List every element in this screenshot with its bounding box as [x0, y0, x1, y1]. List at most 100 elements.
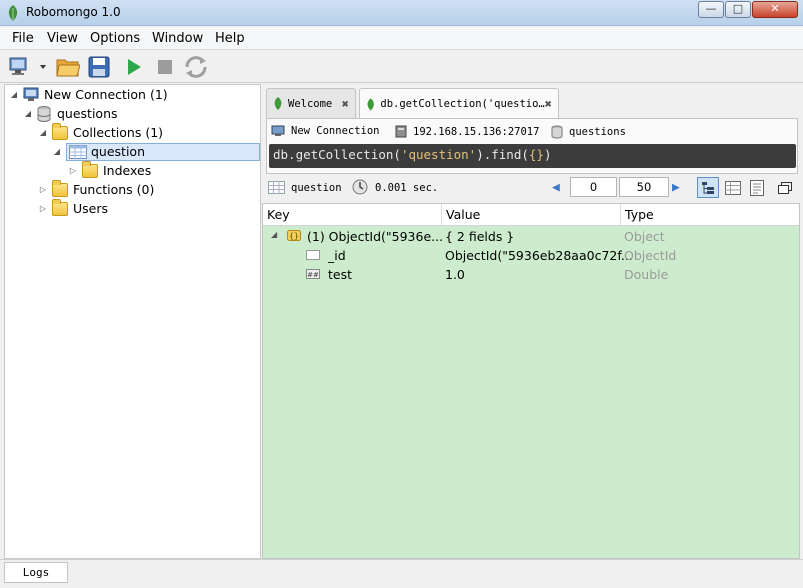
minimize-button[interactable]: —	[698, 1, 724, 18]
expanded-arrow-icon[interactable]: ◢	[23, 109, 33, 118]
close-icon[interactable]: ✖	[545, 97, 552, 111]
status-bar: Logs	[0, 559, 803, 588]
save-button[interactable]	[85, 53, 113, 81]
database-icon	[551, 125, 563, 139]
results-collection-name: question	[291, 182, 342, 194]
folder-icon	[52, 179, 68, 197]
query-workspace: Welcome ✖ db.getCollection('questio… ✖ N…	[262, 84, 800, 559]
stop-button[interactable]	[151, 53, 179, 81]
table-row[interactable]: ◢ {} (1) ObjectId("5936e... { 2 fields }…	[263, 227, 799, 246]
expanded-arrow-icon[interactable]: ◢	[271, 230, 277, 239]
tree-label-collections: Collections (1)	[73, 125, 164, 140]
close-icon[interactable]: ✖	[342, 97, 349, 111]
tab-welcome-label: Welcome	[288, 97, 333, 110]
tree-label-indexes: Indexes	[103, 163, 152, 178]
clock-icon	[352, 179, 368, 195]
query-editor[interactable]: db.getCollection('question').find({})	[269, 144, 796, 168]
next-page-icon[interactable]: ▶	[672, 180, 680, 195]
string-field-icon	[306, 250, 320, 260]
rotate-arrows-icon	[185, 56, 207, 78]
menu-options[interactable]: Options	[90, 31, 140, 46]
menu-bar: File View Options Window Help	[0, 27, 803, 50]
result-value: 1.0	[445, 267, 465, 282]
limit-input[interactable]: 50	[619, 177, 669, 197]
tab-query-label: db.getCollection('questio…	[380, 98, 545, 110]
maximize-results-button[interactable]	[775, 178, 795, 197]
result-value: ObjectId("5936eb28aa0c72f...	[445, 248, 633, 263]
menu-view[interactable]: View	[47, 31, 78, 46]
execute-button[interactable]	[120, 53, 148, 81]
floppy-disk-icon	[88, 56, 110, 78]
prev-page-icon[interactable]: ◀	[552, 180, 560, 195]
folder-icon	[82, 160, 98, 178]
results-tree-table: Key Value Type ◢ {} (1) ObjectId("5936e.…	[262, 203, 800, 559]
explorer-tree: ◢ New Connection (1) ◢ questions ◢ Colle…	[4, 84, 261, 559]
tree-item-collection[interactable]: ◢ question	[52, 142, 260, 161]
open-folder-button[interactable]	[54, 53, 82, 81]
menu-window[interactable]: Window	[152, 31, 203, 46]
column-separator	[441, 204, 442, 226]
connect-button[interactable]	[6, 53, 48, 81]
number-field-icon: ##	[306, 269, 320, 279]
menu-help[interactable]: Help	[215, 31, 245, 46]
skip-input[interactable]: 0	[570, 177, 617, 197]
column-value[interactable]: Value	[446, 207, 480, 222]
column-key[interactable]: Key	[267, 207, 290, 222]
expanded-arrow-icon[interactable]: ◢	[9, 90, 19, 99]
expanded-arrow-icon[interactable]: ◢	[38, 128, 48, 137]
editor-code-braces: {}	[528, 147, 544, 162]
editor-code-string: 'question'	[400, 147, 477, 162]
result-key: _id	[328, 248, 346, 263]
text-view-button[interactable]	[747, 178, 767, 197]
server-computer-icon	[23, 87, 39, 101]
tree-label-collection: question	[91, 144, 146, 159]
object-braces-icon: {}	[287, 230, 301, 241]
selected-collection-row[interactable]: question	[66, 142, 260, 161]
tree-item-users[interactable]: ▷ Users	[38, 198, 108, 218]
table-view-button[interactable]	[723, 178, 743, 197]
computer-network-icon	[9, 57, 46, 75]
results-header: Key Value Type	[263, 204, 799, 226]
tree-view-button[interactable]	[697, 177, 719, 198]
maximize-button[interactable]: □	[725, 1, 751, 18]
folder-icon	[52, 198, 68, 216]
result-type: Double	[624, 267, 669, 282]
editor-code-prefix: db.getCollection(	[273, 147, 401, 162]
collapsed-arrow-icon[interactable]: ▷	[38, 185, 48, 194]
result-value: { 2 fields }	[445, 229, 515, 244]
mongodb-leaf-icon	[367, 97, 374, 111]
column-type[interactable]: Type	[625, 207, 654, 222]
window-title: Robomongo 1.0	[26, 5, 121, 19]
menu-file[interactable]: File	[12, 31, 34, 46]
tree-item-database[interactable]: ◢ questions	[23, 104, 118, 123]
rotate-button[interactable]	[182, 53, 210, 81]
expanded-arrow-icon[interactable]: ◢	[52, 147, 62, 156]
connection-info: New Connection	[271, 125, 380, 137]
result-type: Object	[624, 229, 665, 244]
tree-item-functions[interactable]: ▷ Functions (0)	[38, 179, 155, 199]
toolbar	[0, 50, 803, 83]
table-row[interactable]: ## test 1.0 Double	[263, 265, 799, 284]
host-info: 192.168.15.136:27017	[395, 125, 539, 138]
table-grid-icon	[69, 144, 87, 159]
table-grid-icon	[268, 181, 285, 194]
logs-tab[interactable]: Logs	[4, 562, 68, 583]
close-window-button[interactable]: ✕	[752, 1, 798, 18]
tree-label-functions: Functions (0)	[73, 182, 155, 197]
table-row[interactable]: _id ObjectId("5936eb28aa0c72f... ObjectI…	[263, 246, 799, 265]
tree-item-connection[interactable]: ◢ New Connection (1)	[9, 85, 168, 104]
mongodb-leaf-icon	[274, 97, 282, 110]
tree-item-indexes[interactable]: ▷ Indexes	[68, 160, 152, 180]
tab-query[interactable]: db.getCollection('questio… ✖	[359, 88, 559, 119]
query-panel: New Connection 192.168.15.136:27017 ques…	[266, 118, 798, 174]
collapsed-arrow-icon[interactable]: ▷	[68, 166, 78, 175]
editor-code-suffix: )	[543, 147, 552, 162]
tab-welcome[interactable]: Welcome ✖	[266, 88, 356, 118]
tree-label-database: questions	[57, 106, 118, 121]
result-key: test	[328, 267, 353, 282]
connection-name: New Connection	[291, 125, 380, 137]
collapsed-arrow-icon[interactable]: ▷	[38, 204, 48, 213]
server-icon	[395, 125, 407, 138]
tree-item-collections[interactable]: ◢ Collections (1)	[38, 122, 164, 142]
results-toolbar: question 0.001 sec. ◀ 0 50 ▶	[262, 174, 800, 202]
